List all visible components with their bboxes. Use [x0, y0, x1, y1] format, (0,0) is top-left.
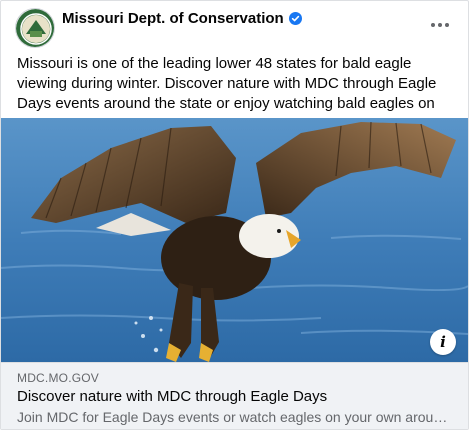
page-name-row: Missouri Dept. of Conservation	[62, 10, 302, 27]
post-header: Missouri Dept. of Conservation	[1, 1, 468, 48]
info-icon[interactable]: i	[430, 329, 456, 355]
link-domain: MDC.MO.GOV	[17, 371, 99, 385]
more-options-icon[interactable]	[426, 11, 454, 39]
page-avatar[interactable]	[15, 8, 55, 48]
verified-badge-icon	[288, 12, 302, 25]
post-image-bald-eagle[interactable]: i	[1, 118, 468, 362]
link-title[interactable]: Discover nature with MDC through Eagle D…	[17, 388, 327, 405]
page-name[interactable]: Missouri Dept. of Conservation	[62, 10, 284, 27]
link-preview[interactable]: MDC.MO.GOV Discover nature with MDC thro…	[1, 362, 468, 429]
post-card: Missouri Dept. of Conservation Missouri …	[0, 0, 469, 430]
link-description: Join MDC for Eagle Days events or watch …	[17, 409, 453, 425]
